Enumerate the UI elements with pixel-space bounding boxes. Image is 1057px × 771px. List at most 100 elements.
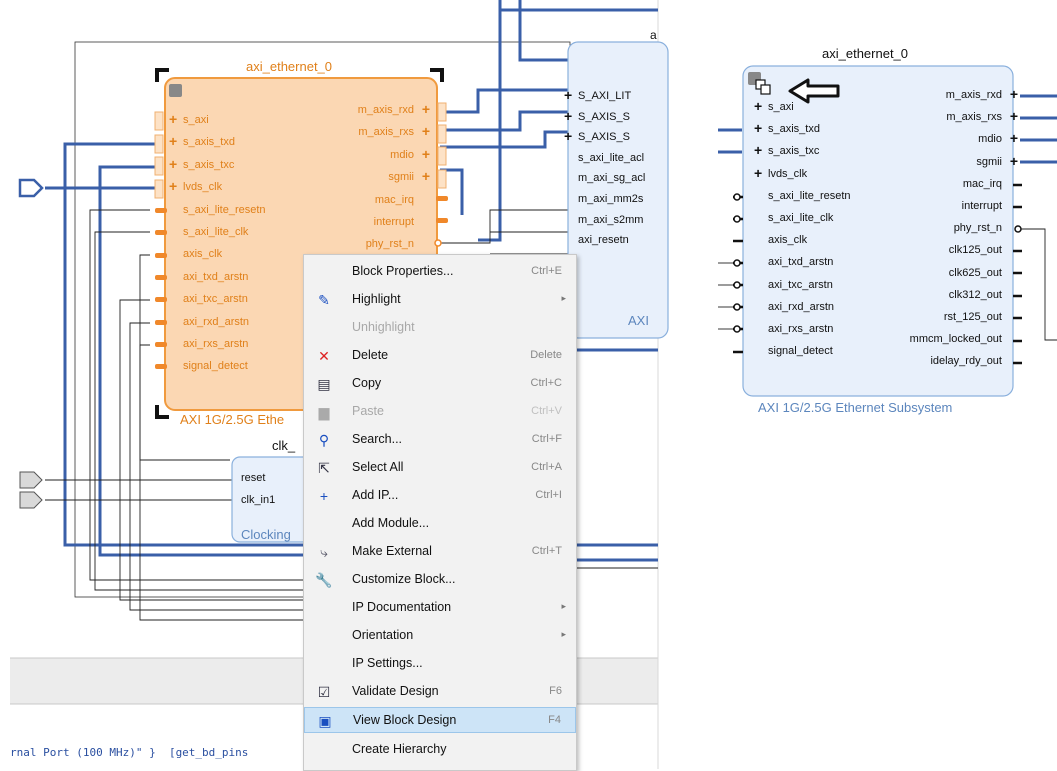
expand-plus-icon[interactable]: + xyxy=(169,111,177,127)
pin-label[interactable]: m_axi_sg_acl xyxy=(578,172,645,184)
pin-label[interactable]: axis_clk xyxy=(183,248,222,260)
menu-item-select-all[interactable]: ⇱ Select All Ctrl+A xyxy=(304,455,576,481)
delete-icon: ✕ xyxy=(318,348,330,364)
expand-plus-icon[interactable]: + xyxy=(1010,130,1018,146)
pin-label[interactable]: S_AXI_LIT + xyxy=(564,87,631,103)
pin-label[interactable]: clk625_out xyxy=(949,267,1002,279)
pin-label[interactable]: axi_rxd_arstn xyxy=(768,301,834,313)
pin-label[interactable]: s_axi_lite_resetn xyxy=(183,204,266,216)
pin-label[interactable]: m_axi_mm2s xyxy=(578,193,643,205)
expand-plus-icon[interactable]: + xyxy=(564,87,572,103)
menu-item-add-ip[interactable]: + Add IP... Ctrl+I xyxy=(304,483,576,509)
pin-label[interactable]: lvds_clk + xyxy=(754,165,807,181)
pin-label[interactable]: axi_txc_arstn xyxy=(183,293,248,305)
expand-plus-icon[interactable]: + xyxy=(169,133,177,149)
expand-plus-icon[interactable]: + xyxy=(169,178,177,194)
menu-item-ip-settings[interactable]: IP Settings... xyxy=(304,651,576,677)
menu-item-search[interactable]: ⚲ Search... Ctrl+F xyxy=(304,427,576,453)
pin-label[interactable]: m_axis_rxs + xyxy=(358,123,430,139)
menu-item-block-properties[interactable]: Block Properties... Ctrl+E xyxy=(304,259,576,285)
menu-item-label: Block Properties... xyxy=(352,264,454,278)
pin-label[interactable]: axi_rxs_arstn xyxy=(768,323,833,335)
menu-item-create-hierarchy[interactable]: Create Hierarchy xyxy=(304,737,576,763)
pin-label[interactable]: mmcm_locked_out xyxy=(910,333,1002,345)
pin-label[interactable]: m_axis_rxd + xyxy=(946,86,1018,102)
expand-plus-icon[interactable]: + xyxy=(754,142,762,158)
pin-label[interactable]: phy_rst_n xyxy=(366,238,414,250)
pin-label[interactable]: axis_clk xyxy=(768,234,807,246)
menu-item-validate-design[interactable]: ☑ Validate Design F6 xyxy=(304,679,576,705)
pin-label[interactable]: S_AXIS_S + xyxy=(564,108,630,124)
pin-label[interactable]: interrupt xyxy=(374,216,414,228)
pin-label[interactable]: axi_rxd_arstn xyxy=(183,316,249,328)
pin-label[interactable]: signal_detect xyxy=(183,360,248,372)
block-title: axi_ethernet_0 xyxy=(246,59,333,74)
pin-label[interactable]: s_axi_lite_resetn xyxy=(768,190,851,202)
pin-label[interactable]: clk125_out xyxy=(949,244,1002,256)
pin-label[interactable]: axi_resetn xyxy=(578,234,629,246)
expand-plus-icon[interactable]: + xyxy=(422,101,430,117)
pin-label[interactable]: axi_txd_arstn xyxy=(183,271,248,283)
menu-item-ip-documentation[interactable]: IP Documentation ▸ xyxy=(304,595,576,621)
pin-label[interactable]: lvds_clk + xyxy=(169,178,222,194)
pin-label[interactable]: S_AXIS_S + xyxy=(564,128,630,144)
clk-pin-clk-in1: clk_in1 xyxy=(241,494,276,506)
pin-label[interactable]: axi_txc_arstn xyxy=(768,279,833,291)
pin-label[interactable]: mdio + xyxy=(978,130,1018,146)
pin-label[interactable]: s_axi_lite_acl xyxy=(578,152,644,164)
expand-plus-icon[interactable]: + xyxy=(564,108,572,124)
expand-plus-icon[interactable]: + xyxy=(422,168,430,184)
pin-label[interactable]: sgmii + xyxy=(388,168,430,184)
pin-label[interactable]: mac_irq xyxy=(963,178,1002,190)
expand-plus-icon[interactable]: + xyxy=(754,98,762,114)
expand-plus-icon[interactable]: + xyxy=(754,120,762,136)
menu-item-make-external[interactable]: ⤷ Make External Ctrl+T xyxy=(304,539,576,565)
expand-plus-icon[interactable]: + xyxy=(1010,108,1018,124)
add-icon: + xyxy=(319,488,329,504)
pin-label[interactable]: clk312_out xyxy=(949,289,1002,301)
pin-label[interactable]: s_axis_txc + xyxy=(754,142,819,158)
pin-label[interactable]: s_axis_txd + xyxy=(754,120,820,136)
expand-plus-icon[interactable]: + xyxy=(1010,153,1018,169)
pin-label[interactable]: rst_125_out xyxy=(944,311,1002,323)
menu-item-add-module[interactable]: Add Module... xyxy=(304,511,576,537)
pin-label[interactable]: s_axi_lite_clk xyxy=(183,226,248,238)
menu-item-label: Customize Block... xyxy=(352,572,456,586)
submenu-arrow-icon: ▸ xyxy=(561,601,566,611)
menu-item-highlight[interactable]: ✎ Highlight ▸ xyxy=(304,287,576,313)
pin-label[interactable]: m_axis_rxd + xyxy=(358,101,430,117)
pin-label[interactable]: s_axis_txd + xyxy=(169,133,235,149)
pin-label[interactable]: mac_irq xyxy=(375,194,414,206)
menu-item-customize-block[interactable]: 🔧 Customize Block... xyxy=(304,567,576,593)
pin-label[interactable]: s_axis_txc + xyxy=(169,156,234,172)
expand-plus-icon[interactable]: + xyxy=(422,146,430,162)
context-menu: Block Properties... Ctrl+E ✎ Highlight ▸ Unhi… xyxy=(303,254,577,771)
pin-label[interactable]: sgmii + xyxy=(976,153,1018,169)
menu-item-view-block-design[interactable]: ▣ View Block Design F4 xyxy=(304,707,576,733)
pin-label[interactable]: idelay_rdy_out xyxy=(930,355,1002,367)
expand-plus-icon[interactable]: + xyxy=(564,128,572,144)
pin-label[interactable]: interrupt xyxy=(962,200,1002,212)
menu-item-shortcut: Ctrl+F xyxy=(531,433,562,445)
pin-label[interactable]: s_axi + xyxy=(169,111,209,127)
pin-label[interactable]: m_axi_s2mm xyxy=(578,214,643,226)
pin-label[interactable]: axi_rxs_arstn xyxy=(183,338,248,350)
menu-item-copy[interactable]: ▤ Copy Ctrl+C xyxy=(304,371,576,397)
expand-plus-icon[interactable]: + xyxy=(754,165,762,181)
expand-plus-icon[interactable]: + xyxy=(1010,86,1018,102)
pin-label[interactable]: s_axi + xyxy=(754,98,794,114)
axi-dma-block[interactable] xyxy=(567,41,669,339)
menu-item-delete[interactable]: ✕ Delete Delete xyxy=(304,343,576,369)
expand-plus-icon[interactable]: + xyxy=(422,123,430,139)
menu-item-orientation[interactable]: Orientation ▸ xyxy=(304,623,576,649)
menu-item-label: Copy xyxy=(352,376,382,390)
pin-label[interactable]: phy_rst_n xyxy=(954,222,1002,234)
external-port xyxy=(19,471,43,489)
menu-item-label: Delete xyxy=(352,348,389,362)
pin-label[interactable]: signal_detect xyxy=(768,345,833,357)
expand-plus-icon[interactable]: + xyxy=(169,156,177,172)
pin-label[interactable]: axi_txd_arstn xyxy=(768,256,833,268)
pin-label[interactable]: s_axi_lite_clk xyxy=(768,212,833,224)
pin-label[interactable]: m_axis_rxs + xyxy=(946,108,1018,124)
pin-label[interactable]: mdio + xyxy=(390,146,430,162)
